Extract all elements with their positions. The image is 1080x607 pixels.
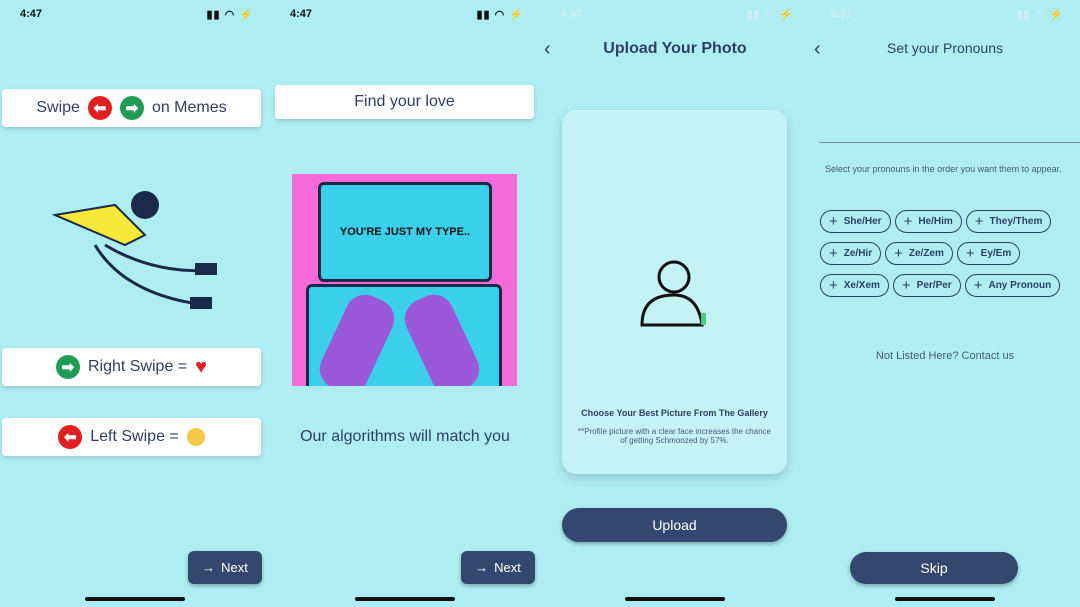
pronoun-chip[interactable]: + Xe/Xem: [820, 274, 889, 297]
home-indicator: [895, 597, 995, 601]
chip-row: + She/Her + He/Him + They/Them: [820, 210, 1060, 233]
status-icons: ▮▮ ◠ ⚡: [1016, 9, 1064, 21]
arrow-right-icon: ➡: [119, 96, 144, 120]
plus-icon: +: [829, 213, 838, 230]
plus-icon: +: [974, 213, 984, 230]
chip-label: Any Pronoun: [988, 280, 1052, 291]
swipe-memes-card: Swipe ⬅ ➡ on Memes: [2, 89, 261, 127]
right-swipe-card: ➡ Right Swipe = ♥: [2, 348, 261, 386]
user-placeholder-icon: [640, 260, 706, 327]
left-swipe-label: Left Swipe =: [90, 428, 179, 445]
left-swipe-card: ⬅ Left Swipe =: [2, 418, 261, 456]
plus-icon: +: [965, 245, 975, 262]
status-bar: 4:47 ▮▮ ◠ ⚡: [20, 8, 254, 21]
next-button[interactable]: → Next: [461, 551, 535, 584]
arrow-right-icon: →: [475, 560, 489, 575]
contact-us-link[interactable]: Not Listed Here? Contact us: [810, 350, 1080, 362]
status-icons: ▮▮ ◠ ⚡: [206, 9, 254, 21]
photo-card[interactable]: Choose Your Best Picture From The Galler…: [562, 110, 787, 474]
plus-icon: +: [829, 277, 838, 294]
status-icons: ▮▮ ◠ ⚡: [746, 9, 794, 21]
chip-label: She/Her: [843, 216, 882, 227]
skip-label: Skip: [920, 560, 948, 576]
screen-upload-photo: 4:47 ▮▮ ◠ ⚡ ‹ Upload Your Photo Choose Yo…: [540, 0, 810, 607]
pronoun-chip[interactable]: + She/Her: [820, 210, 891, 233]
chip-label: Ey/Em: [980, 248, 1012, 259]
page-title: Set your Pronouns: [887, 40, 1003, 56]
chip-label: Ze/Zem: [908, 248, 944, 259]
pronoun-chip[interactable]: + He/Him: [894, 210, 962, 233]
status-bar: 4:47 ▮▮ ◠ ⚡: [290, 8, 524, 21]
picture-hint: **Profile picture with a clear face incr…: [578, 427, 771, 445]
time: 4:51: [830, 8, 853, 20]
home-indicator: [625, 597, 725, 601]
chip-label: Ze/Hir: [843, 248, 873, 259]
status-bar: 4:47 ▮▮ ◠ ⚡: [560, 8, 794, 21]
pronoun-chip[interactable]: + Per/Per: [892, 274, 961, 297]
next-button[interactable]: → Next: [188, 551, 262, 584]
chip-label: Per/Per: [916, 280, 952, 291]
choose-picture-heading: Choose Your Best Picture From The Galler…: [581, 408, 768, 418]
skip-button[interactable]: Skip: [850, 552, 1018, 584]
screen-swipe-tutorial: 4:47 ▮▮ ◠ ⚡ Swipe ⬅ ➡ on Memes ➡ Right Sw…: [0, 0, 270, 607]
pronoun-chip[interactable]: + Any Pronoun: [964, 274, 1061, 297]
screen-pronouns: 4:51 ▮▮ ◠ ⚡ ‹ Set your Pronouns Select yo…: [810, 0, 1080, 607]
pronoun-chip[interactable]: + Ey/Em: [956, 242, 1021, 265]
heart-icon: ♥: [195, 355, 208, 378]
plus-icon: +: [894, 245, 903, 262]
pronoun-chip[interactable]: + Ze/Hir: [820, 242, 882, 265]
falling-person-illustration: [51, 191, 217, 309]
page-title: Upload Your Photo: [603, 40, 747, 57]
pronoun-chip[interactable]: + Ze/Zem: [885, 242, 953, 265]
chip-label: He/Him: [918, 216, 953, 227]
home-indicator: [355, 597, 455, 601]
chip-row: + Xe/Xem + Per/Per + Any Pronoun: [820, 274, 1061, 297]
arrow-right-icon: →: [202, 560, 216, 575]
time: 4:47: [560, 8, 583, 20]
find-love-card: Find your love: [275, 85, 534, 119]
chip-label: Xe/Xem: [843, 280, 880, 291]
eye-roll-emoji-icon: [186, 428, 205, 446]
time: 4:47: [20, 8, 43, 20]
time: 4:47: [290, 8, 313, 20]
upload-label: Upload: [652, 517, 697, 533]
next-label: Next: [494, 560, 521, 575]
plus-icon: +: [973, 277, 983, 294]
status-bar: 4:51 ▮▮ ◠ ⚡: [830, 8, 1064, 21]
swipe-label: Swipe: [36, 99, 80, 116]
pronoun-chips: + She/Her + He/Him + They/Them + Ze/Hir + Ze/…: [820, 210, 1061, 306]
plus-icon: +: [829, 245, 838, 262]
memes-label: on Memes: [151, 99, 227, 116]
caption: Our algorithms will match you: [300, 428, 510, 445]
home-indicator: [85, 597, 185, 601]
next-label: Next: [221, 560, 248, 575]
screen-find-love: 4:47 ▮▮ ◠ ⚡ Find your love YOU'RE JUST MY…: [270, 0, 540, 607]
plus-icon: +: [903, 213, 913, 230]
arrow-left-icon: ⬅: [87, 96, 112, 120]
upload-button[interactable]: Upload: [562, 508, 787, 542]
chip-row: + Ze/Hir + Ze/Zem + Ey/Em: [820, 242, 1060, 265]
divider: [819, 142, 1080, 143]
right-swipe-label: Right Swipe =: [87, 358, 188, 375]
arrow-left-icon: ⬅: [58, 425, 83, 449]
chip-label: They/Them: [989, 216, 1043, 227]
pronoun-chip[interactable]: + They/Them: [965, 210, 1052, 233]
laptop-screen-text: YOU'RE JUST MY TYPE..: [339, 226, 471, 238]
laptop-illustration: YOU'RE JUST MY TYPE..: [292, 174, 517, 386]
instruction: Select your pronouns in the order you wa…: [825, 164, 1062, 174]
arrow-right-icon: ➡: [55, 355, 80, 379]
find-love-label: Find your love: [354, 93, 455, 110]
plus-icon: +: [901, 277, 911, 294]
status-icons: ▮▮ ◠ ⚡: [476, 9, 524, 21]
